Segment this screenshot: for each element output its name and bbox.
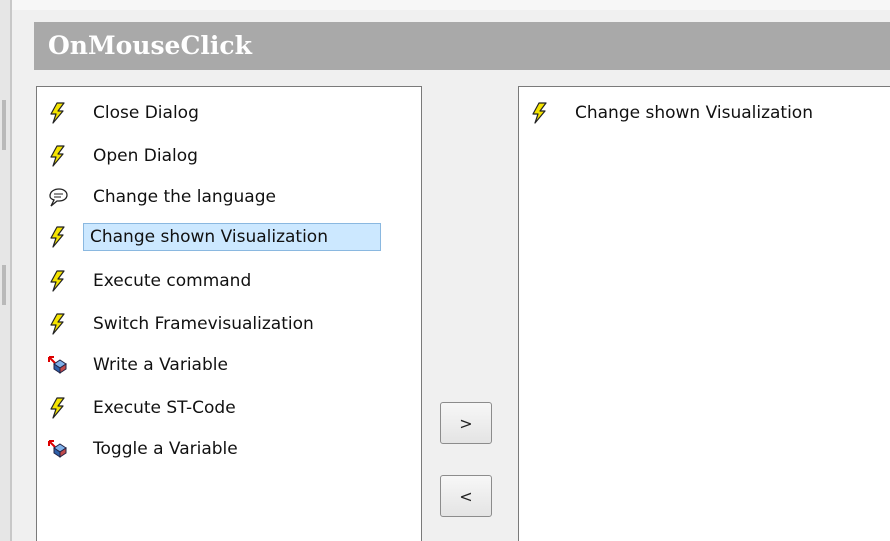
variable-cube-icon — [47, 354, 69, 376]
event-title: OnMouseClick — [34, 22, 890, 70]
lightning-icon — [529, 102, 551, 124]
list-item-label: Change shown Visualization — [83, 223, 381, 251]
available-actions-list[interactable]: Close Dialog Open Dialog Change the lang… — [36, 86, 422, 541]
list-item[interactable]: Switch Framevisualization — [43, 308, 395, 340]
list-item-label: Change the language — [93, 187, 276, 207]
list-item[interactable]: Toggle a Variable — [43, 433, 395, 465]
list-item-label: Change shown Visualization — [575, 103, 813, 123]
list-item[interactable]: Execute ST-Code — [43, 392, 395, 424]
assigned-actions-list[interactable]: Change shown Visualization — [518, 86, 890, 541]
remove-action-button[interactable]: < — [440, 475, 492, 517]
window-left-edge — [0, 0, 12, 541]
list-item-label: Close Dialog — [93, 103, 199, 123]
list-item-label: Write a Variable — [93, 355, 228, 375]
lightning-icon — [47, 145, 69, 167]
list-item-label: Switch Framevisualization — [93, 314, 314, 334]
top-border — [12, 0, 890, 10]
lightning-icon — [47, 313, 69, 335]
list-item[interactable]: Change shown Visualization — [525, 97, 864, 129]
list-item[interactable]: Change the language — [43, 181, 395, 213]
list-item[interactable]: Close Dialog — [43, 97, 395, 129]
list-item-label: Execute command — [93, 271, 252, 291]
lightning-icon — [47, 226, 69, 248]
list-item-label: Execute ST-Code — [93, 398, 236, 418]
variable-cube-icon — [47, 438, 69, 460]
list-item-label: Toggle a Variable — [93, 439, 238, 459]
list-item[interactable]: Change shown Visualization — [43, 221, 395, 253]
lightning-icon — [47, 270, 69, 292]
list-item[interactable]: Open Dialog — [43, 140, 395, 172]
list-item-label: Open Dialog — [93, 146, 198, 166]
list-item[interactable]: Write a Variable — [43, 349, 395, 381]
add-action-button[interactable]: > — [440, 402, 492, 444]
speech-bubble-icon — [47, 186, 69, 208]
lightning-icon — [47, 102, 69, 124]
list-item[interactable]: Execute command — [43, 265, 395, 297]
lightning-icon — [47, 397, 69, 419]
